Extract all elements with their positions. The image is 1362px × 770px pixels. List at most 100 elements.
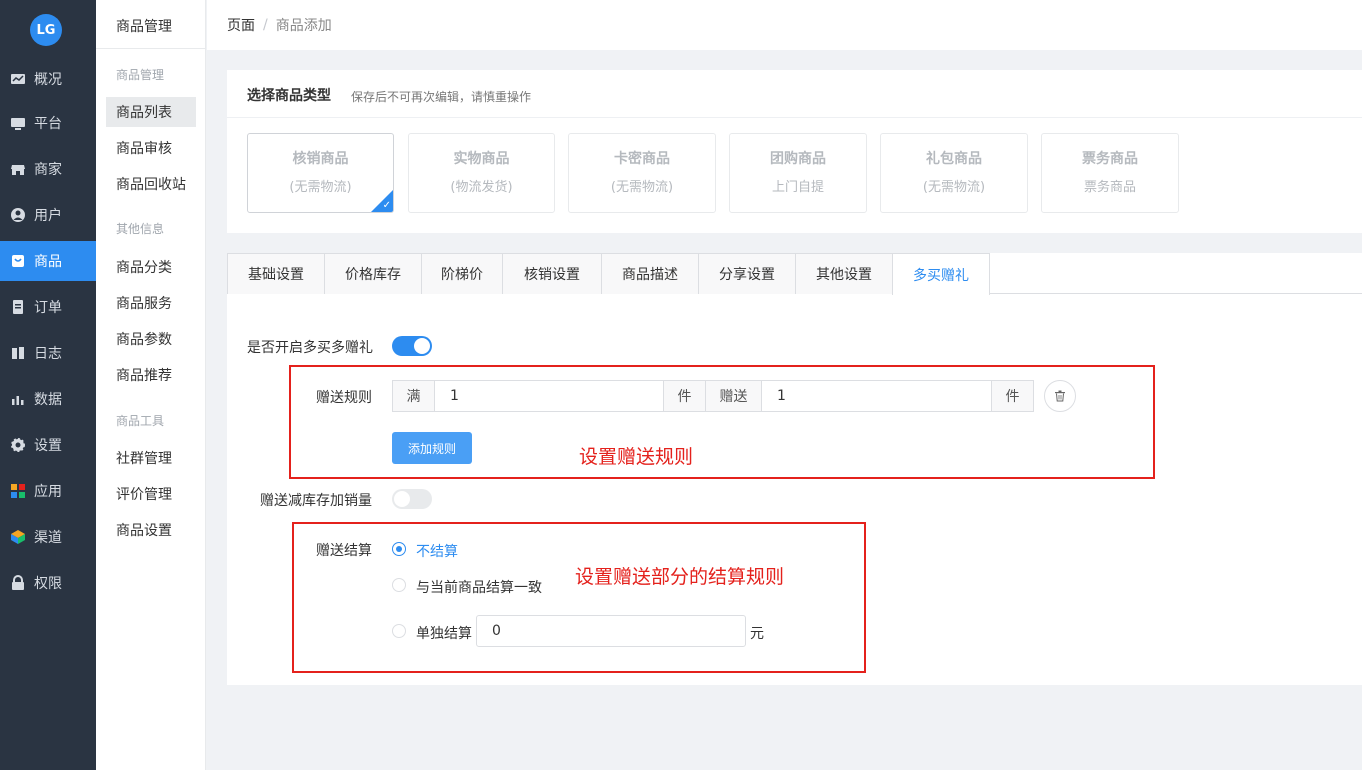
subnav-item-community[interactable]: 社群管理 [106,443,196,473]
subnav-item-reviews[interactable]: 评价管理 [106,479,196,509]
nav-label: 用户 [34,208,62,224]
gear-icon [11,438,25,452]
tab-share[interactable]: 分享设置 [698,253,796,294]
type-sub: (物流发货) [450,180,513,195]
nav-item-settings[interactable]: 设置 [0,425,96,465]
nav-item-merchant[interactable]: 商家 [0,149,96,189]
tab-tier-price[interactable]: 阶梯价 [421,253,503,294]
store-icon [11,165,25,175]
breadcrumb-root[interactable]: 页面 [227,15,255,35]
logo-text: LG [36,22,56,38]
goods-type-card: 选择商品类型 保存后不可再次编辑，请慎重操作 核销商品 (无需物流) ✓ 实物商… [227,70,1362,233]
nav-label: 商家 [34,162,62,178]
enable-switch[interactable] [392,336,432,356]
section-title: 选择商品类型 [247,88,331,104]
nav-item-apps[interactable]: 应用 [0,471,96,511]
nav-label: 订单 [34,300,62,316]
tab-buy-more-gift[interactable]: 多买赠礼 [892,253,990,295]
type-sub: 票务商品 [1083,180,1136,195]
type-name: 票务商品 [1082,151,1138,167]
divider [96,48,206,49]
user-icon [11,208,25,222]
subnav-item-recycle-bin[interactable]: 商品回收站 [106,169,196,199]
nav-label: 概况 [34,72,62,88]
reduce-stock-label: 赠送减库存加销量 [260,493,372,509]
check-icon: ✓ [382,200,391,211]
subnav-group-title: 其他信息 [116,222,165,236]
dashboard-icon [11,74,25,84]
tab-other[interactable]: 其他设置 [795,253,893,294]
nav-label: 渠道 [34,530,62,546]
reduce-stock-switch[interactable] [392,489,432,509]
log-icon [12,347,24,359]
nav-label: 平台 [34,116,62,132]
nav-item-channel[interactable]: 渠道 [0,517,96,557]
type-name: 礼包商品 [926,151,982,167]
apps-icon [11,484,25,498]
switch-knob [394,491,410,507]
nav-label: 日志 [34,346,62,362]
tab-basic[interactable]: 基础设置 [227,253,325,294]
order-icon [13,300,23,314]
nav-item-data[interactable]: 数据 [0,379,96,419]
nav-item-log[interactable]: 日志 [0,333,96,373]
lock-icon [12,575,24,590]
type-option-gift-pack[interactable]: 礼包商品 (无需物流) [880,133,1028,213]
type-name: 卡密商品 [614,151,670,167]
breadcrumb-separator: / [263,17,268,33]
nav-label: 应用 [34,484,62,500]
type-name: 核销商品 [292,151,349,167]
subnav-item-recommend[interactable]: 商品推荐 [106,360,196,390]
app-logo[interactable]: LG [30,14,62,46]
type-sub: 上门自提 [771,180,824,195]
nav-label: 商品 [34,254,62,270]
breadcrumb-current: 商品添加 [275,18,332,34]
tab-bar: 基础设置 价格库存 阶梯价 核销设置 商品描述 分享设置 其他设置 多买赠礼 [227,253,1362,295]
type-option-group-buy[interactable]: 团购商品 上门自提 [729,133,867,213]
enable-label: 是否开启多买多赠礼 [247,340,373,356]
tab-description[interactable]: 商品描述 [601,253,699,294]
subnav-item-goods-review[interactable]: 商品审核 [106,133,196,163]
annotation-rule-note: 设置赠送规则 [579,446,694,468]
type-name: 实物商品 [453,151,510,167]
nav-label: 数据 [34,392,62,408]
subnav-item-goods-list[interactable]: 商品列表 [106,97,196,127]
nav-item-goods[interactable]: 商品 [0,241,96,281]
annotation-settle-note: 设置赠送部分的结算规则 [575,566,785,588]
breadcrumb: 页面 / 商品添加 [207,0,1362,50]
switch-knob [414,338,430,354]
type-option-ticket[interactable]: 票务商品 票务商品 [1041,133,1179,213]
nav-item-order[interactable]: 订单 [0,287,96,327]
subnav-group-title: 商品管理 [116,68,165,82]
annotation-box-settle [292,522,866,673]
goods-icon [12,255,24,267]
type-sub: (无需物流) [610,180,674,195]
sub-nav: 商品管理 商品管理 商品列表 商品审核 商品回收站 其他信息 商品分类 商品服务… [96,0,206,770]
section-tip: 保存后不可再次编辑，请慎重操作 [351,90,532,104]
monitor-icon [11,118,25,130]
type-sub: (无需物流) [922,180,986,195]
nav-item-platform[interactable]: 平台 [0,103,96,143]
subnav-item-goods-settings[interactable]: 商品设置 [106,515,196,545]
subnav-item-params[interactable]: 商品参数 [106,324,196,354]
type-option-card[interactable]: 卡密商品 (无需物流) [568,133,716,213]
chart-icon [12,396,24,405]
nav-label: 权限 [34,576,62,592]
type-option-physical[interactable]: 实物商品 (物流发货) [408,133,555,213]
annotation-box-rule [289,365,1155,479]
subnav-item-service[interactable]: 商品服务 [106,288,196,318]
nav-item-permission[interactable]: 权限 [0,563,96,603]
subnav-item-category[interactable]: 商品分类 [106,252,196,282]
tab-price-stock[interactable]: 价格库存 [324,253,422,294]
main-nav: LG 概况 平台 商家 用户 商品 订单 日志 数据 设置 应用 渠道 权限 [0,0,96,770]
nav-item-overview[interactable]: 概况 [0,59,96,99]
type-option-verify[interactable]: 核销商品 (无需物流) ✓ [247,133,394,213]
tab-verify[interactable]: 核销设置 [502,253,602,294]
subnav-title: 商品管理 [116,19,172,35]
nav-label: 设置 [34,438,62,454]
type-name: 团购商品 [770,151,826,167]
cube-icon [11,530,25,544]
nav-item-user[interactable]: 用户 [0,195,96,235]
divider [227,117,1362,118]
subnav-group-title: 商品工具 [116,414,165,428]
